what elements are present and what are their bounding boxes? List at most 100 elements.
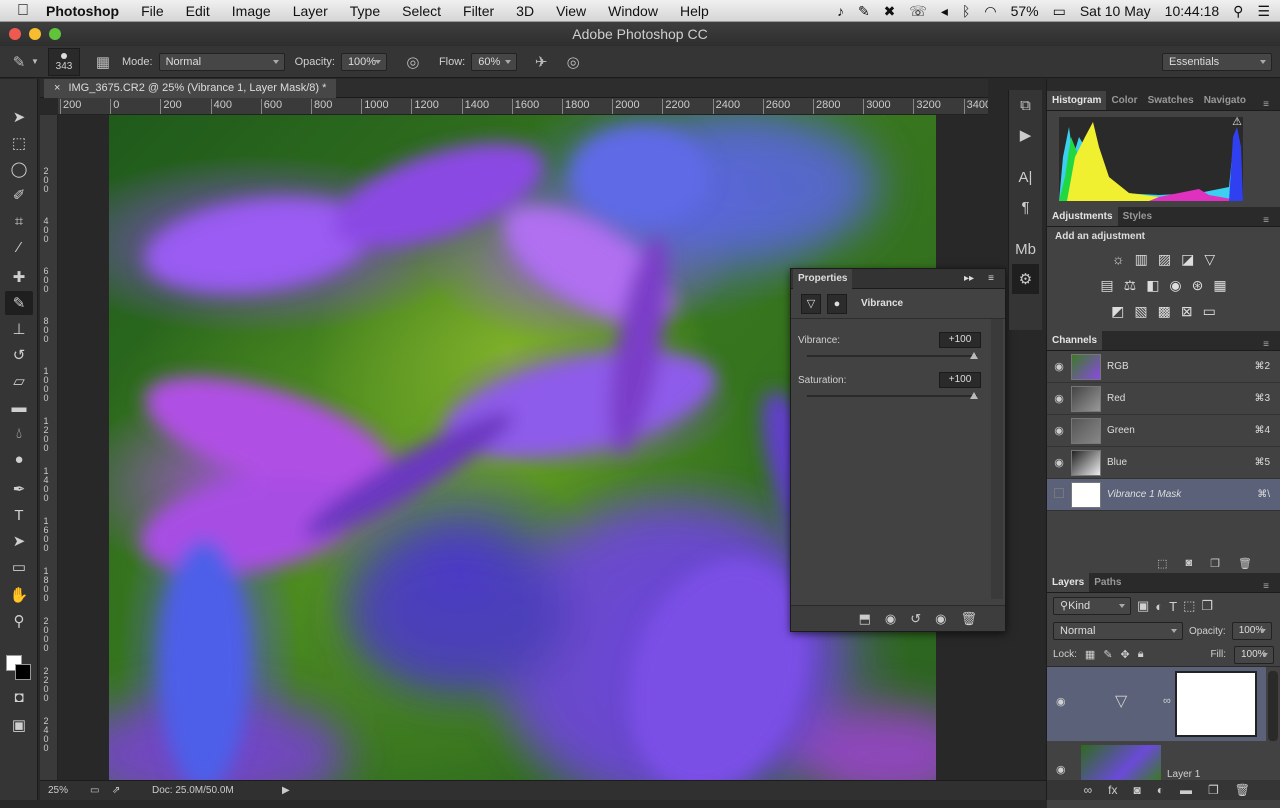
- menu-3d[interactable]: 3D: [516, 3, 534, 19]
- layer-opacity-field[interactable]: 100%: [1231, 622, 1272, 640]
- history-brush-tool-icon[interactable]: ↺: [5, 343, 33, 367]
- eye-icon[interactable]: ◉: [1047, 456, 1071, 469]
- exposure-icon[interactable]: ◪: [1181, 251, 1194, 268]
- vibrance-slider-thumb[interactable]: [970, 352, 978, 359]
- tab-adjustments[interactable]: Adjustments: [1047, 207, 1118, 226]
- new-channel-icon[interactable]: ❐: [1210, 557, 1220, 570]
- brush-preset-icon[interactable]: ✎: [8, 53, 30, 71]
- battery-label[interactable]: 57%: [1011, 3, 1039, 19]
- brush-panel-icon[interactable]: ▦: [90, 53, 116, 71]
- fill-field[interactable]: 100%: [1234, 645, 1274, 664]
- menu-layer[interactable]: Layer: [293, 3, 328, 19]
- menu-image[interactable]: Image: [232, 3, 271, 19]
- wifi-icon[interactable]: ◠: [984, 3, 996, 20]
- tab-histogram[interactable]: Histogram: [1047, 91, 1107, 110]
- black-white-icon[interactable]: ◧: [1146, 277, 1159, 294]
- link-icon[interactable]: ∞: [1163, 695, 1171, 707]
- music-icon[interactable]: ♪: [837, 3, 844, 19]
- export-icon[interactable]: ⇗: [112, 785, 152, 796]
- menu-view[interactable]: View: [556, 3, 586, 19]
- eye-icon[interactable]: ◉: [1047, 392, 1071, 405]
- layer-mask-thumbnail[interactable]: [1175, 671, 1257, 737]
- channel-row-rgb[interactable]: ◉ RGB ⌘2: [1047, 351, 1280, 383]
- trash-icon[interactable]: 🗑︎: [1238, 557, 1252, 570]
- hue-saturation-icon[interactable]: ▤: [1100, 277, 1113, 294]
- close-icon[interactable]: ×: [54, 82, 60, 94]
- tab-paths[interactable]: Paths: [1089, 573, 1126, 592]
- eyedropper-tool-icon[interactable]: ⁄: [5, 235, 33, 259]
- properties-icon[interactable]: ⚙: [1012, 264, 1039, 294]
- bluetooth-icon[interactable]: ᛒ: [962, 3, 970, 19]
- filter-shape-icon[interactable]: ⬚: [1183, 598, 1195, 614]
- panel-menu-icon[interactable]: ≡: [983, 269, 999, 289]
- vibrance-adj-icon[interactable]: ▽: [1204, 251, 1215, 268]
- tab-swatches[interactable]: Swatches: [1143, 91, 1199, 110]
- eye-icon[interactable]: ◉: [1047, 424, 1071, 437]
- flow-field[interactable]: 60%: [471, 52, 518, 71]
- apple-icon[interactable]: : [0, 2, 46, 20]
- hand-tool-icon[interactable]: ✋: [5, 583, 33, 607]
- clock-date[interactable]: Sat 10 May: [1080, 3, 1151, 19]
- layers-scrollbar[interactable]: [1268, 671, 1278, 741]
- gradient-tool-icon[interactable]: ▬: [5, 395, 33, 419]
- clip-to-layer-icon[interactable]: ⬒: [859, 611, 871, 627]
- paragraph-icon[interactable]: ¶: [1009, 192, 1042, 222]
- move-tool-icon[interactable]: ➤: [5, 105, 33, 129]
- vibrance-field[interactable]: +100: [939, 332, 981, 348]
- brightness-icon[interactable]: ☼: [1112, 251, 1125, 267]
- opacity-field[interactable]: 100%: [340, 52, 387, 71]
- channel-row-red[interactable]: ◉ Red ⌘3: [1047, 383, 1280, 415]
- warning-icon[interactable]: ⚠: [1232, 115, 1242, 128]
- pressure-opacity-icon[interactable]: ◎: [401, 53, 425, 71]
- filter-pixel-icon[interactable]: ▣: [1137, 598, 1149, 614]
- brush-tool-icon[interactable]: ✎: [5, 291, 33, 315]
- filter-adjustment-icon[interactable]: ◐: [1155, 599, 1163, 614]
- adjustment-layer-icon[interactable]: ◐: [1157, 783, 1164, 797]
- menu-file[interactable]: File: [141, 3, 164, 19]
- visibility-icon[interactable]: ◉: [935, 611, 946, 627]
- trash-icon[interactable]: 🗑︎: [1235, 783, 1250, 797]
- crop-tool-icon[interactable]: ⌗: [5, 209, 33, 233]
- quick-mask-icon[interactable]: ◘: [5, 685, 33, 709]
- dock-collapse-bar[interactable]: [1047, 79, 1280, 91]
- invert-icon[interactable]: ◩: [1111, 303, 1124, 320]
- airbrush-icon[interactable]: ✈: [529, 53, 553, 71]
- menu-filter[interactable]: Filter: [463, 3, 494, 19]
- link-layers-icon[interactable]: ∞: [1084, 783, 1093, 797]
- color-balance-icon[interactable]: ⚖: [1124, 277, 1137, 294]
- minimize-window-button[interactable]: [29, 28, 41, 40]
- vibrance-slider-track[interactable]: [807, 355, 977, 357]
- layer-row-vibrance[interactable]: ◉ ▽ ∞: [1047, 667, 1266, 741]
- channel-row-green[interactable]: ◉ Green ⌘4: [1047, 415, 1280, 447]
- type-tool-icon[interactable]: T: [5, 503, 33, 527]
- quick-select-tool-icon[interactable]: ✐: [5, 183, 33, 207]
- eye-icon[interactable]: ◉: [1047, 360, 1071, 373]
- new-layer-icon[interactable]: ❐: [1208, 783, 1219, 797]
- trash-icon[interactable]: 🗑︎: [960, 611, 977, 627]
- tab-styles[interactable]: Styles: [1118, 207, 1157, 226]
- curves-icon[interactable]: ▨: [1158, 251, 1171, 268]
- notification-icon[interactable]: ☰: [1257, 3, 1270, 20]
- lock-position-icon[interactable]: ✥: [1121, 648, 1130, 661]
- app-menu[interactable]: Photoshop: [46, 3, 119, 19]
- pressure-size-icon[interactable]: ◎: [561, 53, 585, 71]
- collapse-icon[interactable]: ▸▸: [959, 269, 979, 289]
- actions-icon[interactable]: ▶: [1009, 120, 1042, 150]
- vibrance-icon[interactable]: ▽: [801, 293, 821, 314]
- background-color-swatch[interactable]: [15, 664, 31, 680]
- saturation-slider-track[interactable]: [807, 395, 977, 397]
- tab-layers[interactable]: Layers: [1047, 573, 1090, 592]
- properties-scrollbar[interactable]: [991, 319, 1003, 599]
- lasso-tool-icon[interactable]: ◯: [5, 157, 33, 181]
- levels-icon[interactable]: ▥: [1135, 251, 1148, 268]
- clock-time[interactable]: 10:44:18: [1165, 3, 1220, 19]
- tab-channels[interactable]: Channels: [1047, 331, 1103, 350]
- zoom-tool-icon[interactable]: ⚲: [5, 609, 33, 633]
- layer-row-layer1[interactable]: ◉ Layer 1: [1047, 741, 1266, 781]
- posterize-icon[interactable]: ▧: [1134, 303, 1147, 320]
- mode-select[interactable]: Normal: [158, 52, 285, 71]
- horizontal-ruler[interactable]: 200 0 200 400 600 800 1000 1200 1400 1600 1800 2000…: [58, 98, 988, 115]
- path-select-tool-icon[interactable]: ➤: [5, 529, 33, 553]
- tools-icon[interactable]: ✖: [884, 3, 896, 20]
- tab-color[interactable]: Color: [1106, 91, 1142, 110]
